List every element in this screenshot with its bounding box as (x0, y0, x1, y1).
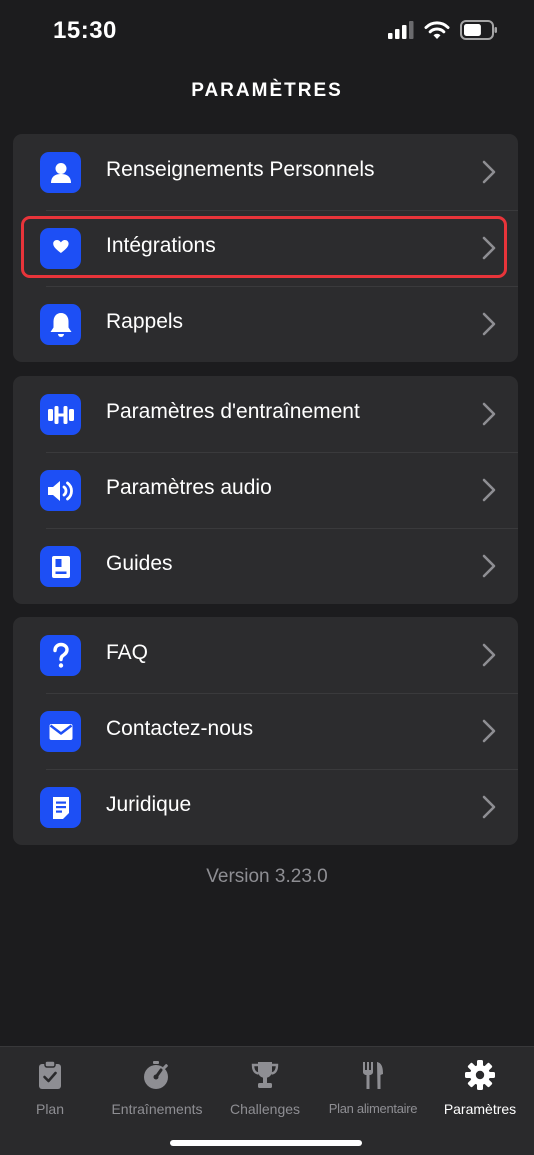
signal-icon (388, 21, 414, 39)
settings-item-contactez-nous[interactable]: Contactez-nous (13, 693, 518, 769)
settings-item-faq[interactable]: FAQ (13, 617, 518, 693)
settings-item-parametres-audio[interactable]: Paramètres audio (13, 452, 518, 528)
settings-item-renseignements[interactable]: Renseignements Personnels (13, 134, 518, 210)
settings-item-label: Paramètres d'entraînement (106, 400, 360, 423)
settings-item-label: Renseignements Personnels (106, 158, 375, 181)
clipboard-icon (39, 1060, 61, 1089)
heart-icon (40, 228, 81, 269)
chevron-right-icon (482, 795, 496, 819)
settings-group-account: Renseignements Personnels Intégrations R… (13, 134, 518, 362)
status-time: 15:30 (53, 17, 117, 44)
status-icons (388, 20, 498, 40)
tab-label: Plan alimentaire (328, 1101, 418, 1116)
settings-item-guides[interactable]: Guides (13, 528, 518, 604)
bell-icon (40, 304, 81, 345)
chevron-right-icon (482, 312, 496, 336)
tab-plan[interactable]: Plan (0, 1057, 105, 1117)
gear-icon (465, 1060, 495, 1090)
settings-item-juridique[interactable]: Juridique (13, 769, 518, 845)
settings-item-label: Contactez-nous (106, 717, 254, 740)
envelope-icon (40, 711, 81, 752)
tab-label: Plan (35, 1101, 65, 1117)
tab-parametres[interactable]: Paramètres (425, 1057, 534, 1117)
stopwatch-icon (144, 1061, 168, 1089)
book-icon (40, 546, 81, 587)
home-indicator[interactable] (170, 1140, 362, 1146)
person-icon (40, 152, 81, 193)
battery-icon (460, 20, 497, 40)
chevron-right-icon (482, 236, 496, 260)
settings-item-label: Paramètres audio (106, 476, 272, 499)
tab-label: Entraînements (111, 1101, 203, 1117)
settings-item-rappels[interactable]: Rappels (13, 286, 518, 362)
chevron-right-icon (482, 160, 496, 184)
settings-item-label: Juridique (106, 793, 192, 816)
tab-entrainements[interactable]: Entraînements (102, 1057, 212, 1117)
app-version: Version 3.23.0 (206, 866, 328, 887)
tab-label: Paramètres (443, 1101, 517, 1117)
settings-item-label: FAQ (106, 641, 149, 664)
page-title: PARAMÈTRES (191, 80, 343, 101)
settings-item-label: Rappels (106, 310, 184, 333)
chevron-right-icon (482, 478, 496, 502)
tab-label: Challenges (229, 1101, 301, 1117)
dumbbell-icon (40, 394, 81, 435)
status-bar: 15:30 (0, 0, 534, 64)
chevron-right-icon (482, 554, 496, 578)
chevron-right-icon (482, 719, 496, 743)
settings-item-integrations[interactable]: Intégrations (13, 210, 518, 286)
settings-item-label: Intégrations (106, 234, 216, 257)
highlight-box (21, 216, 507, 278)
settings-item-label: Guides (106, 552, 173, 575)
chevron-right-icon (482, 643, 496, 667)
document-icon (40, 787, 81, 828)
tab-bar: Plan Entraînements Challenges Plan alime… (0, 1046, 534, 1155)
settings-group-training: Paramètres d'entraînement Paramètres aud… (13, 376, 518, 604)
settings-group-support: FAQ Contactez-nous Juridique (13, 617, 518, 845)
tab-challenges[interactable]: Challenges (210, 1057, 320, 1117)
trophy-icon (251, 1062, 279, 1088)
question-icon (40, 635, 81, 676)
chevron-right-icon (482, 402, 496, 426)
wifi-icon (424, 20, 450, 39)
tab-plan-alimentaire[interactable]: Plan alimentaire (318, 1057, 428, 1116)
fork-knife-icon (363, 1062, 383, 1089)
speaker-icon (40, 470, 81, 511)
settings-item-parametres-entrainement[interactable]: Paramètres d'entraînement (13, 376, 518, 452)
